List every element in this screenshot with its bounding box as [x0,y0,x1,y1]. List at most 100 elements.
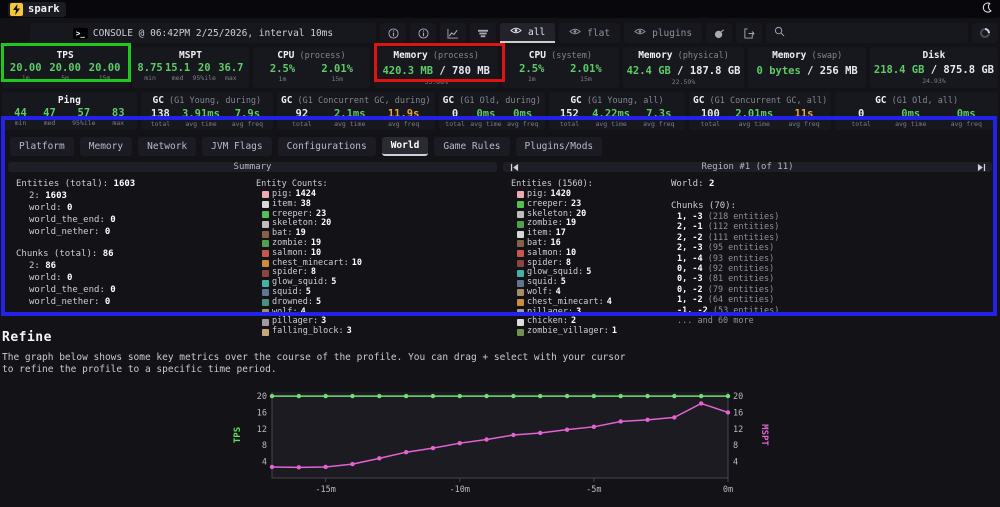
stat-cell: 2.5% 1m [519,63,544,83]
chunk-row: 0, -3 (81 entities) [677,274,775,285]
stat-widget-title: Ping [6,95,133,106]
tab-network[interactable]: Network [138,137,197,156]
stat-widget-title: TPS [6,50,124,61]
stat-cells: 152 total 4.22ms avg time 7.3s avg freq [553,108,681,128]
stat-label: total [851,120,871,128]
stat-cell: 20.00 15m [89,62,121,82]
drowned-icon [262,299,269,307]
line-chart-button[interactable] [440,23,466,43]
totals-row: 2: 86 [29,261,57,271]
falling_block-icon [262,328,269,336]
stat-value: 92 [295,108,309,120]
search-bar[interactable] [766,23,968,43]
stat-cells: 138 total 3.91ms avg time 7.9s avg freq [145,108,269,128]
item-icon [262,201,269,209]
stat-title-text: Memory [638,50,673,61]
skip-next-icon[interactable] [972,162,990,172]
totals-row: world_the_end: 0 [29,285,116,295]
chunk-entity-count: (111 entities) [702,232,780,243]
eye-icon [510,26,522,38]
stat-value: 2.01% [321,63,353,75]
view-toggle-all[interactable]: all [500,23,556,43]
stat-title-suffix: (process) [427,51,479,61]
moon-icon[interactable] [981,2,992,16]
stat-used-value: 42.4 GB [626,65,671,77]
chunk-row: 1, -3 (218 entities) [677,212,780,222]
tab-game-rules[interactable]: Game Rules [434,137,510,156]
search-input[interactable] [791,27,960,39]
metrics-chart[interactable]: 4 4 8 8 12 12 16 16 20 20 -15m -10m -5m 0m TPS MSPT [230,380,770,507]
stat-widget-gc-g1-young-all-: GC (G1 Young, all) 152 total 4.22ms avg time… [549,92,685,130]
stat-cell: 44 min [14,107,27,127]
stat-title-suffix: (G1 Young, during) [163,96,262,106]
flame-graph-button[interactable] [470,23,496,43]
pig-icon [517,191,524,199]
stat-cell: 2.1ms avg time [334,108,366,128]
tab-configurations[interactable]: Configurations [277,137,376,156]
stat-label: avg time [334,120,366,128]
console-prompt-icon: >_ [72,27,88,39]
stat-used-value: 0 bytes [756,65,801,77]
region-panel-title: Region #1 (of 11) [701,162,794,172]
stat-label: avg freq [643,120,675,128]
stat-title-suffix: (G1 Young, all) [581,96,664,106]
stat-value: 100 [700,108,720,120]
app-logo[interactable]: spark [8,1,66,17]
stat-value: 7.3s [646,108,672,120]
chunk-entity-count: (79 entities) [702,284,775,295]
stat-widget-cpu-process-: CPU (process) 2.5% 1m 2.01% 15m [252,47,371,88]
chunk-row: 1, -2 (64 entities) [677,295,775,306]
bomb-button[interactable] [706,23,733,43]
stats-row-primary: TPS 20.00 1m 20.00 5m 20.00 15m MSPT 8.75 min 15.1… [2,47,998,88]
stat-value: 3.91ms [182,108,220,120]
stat-value: 20.00 [88,62,121,74]
region-entities-list: Entities (1560): pig: 1420 creeper: 23 ske… [511,178,671,337]
stat-label: 15m [580,75,592,83]
tab-memory[interactable]: Memory [79,137,133,156]
stat-cell: 100 total [701,108,721,128]
metadata-button[interactable] [410,23,436,43]
zombie_villager-icon [517,328,524,336]
export-button[interactable] [736,23,763,43]
stat-widget-title: Disk [874,50,994,61]
metrics-chart-svg[interactable]: 4 4 8 8 12 12 16 16 20 20 -15m -10m -5m 0m TPS MSPT [230,380,770,504]
stat-usage-line: 42.4 GB / 187.8 GB [627,65,741,77]
tab-plugins-mods[interactable]: Plugins/Mods [515,137,603,156]
stat-value: 36.7 [218,62,244,74]
tab-world[interactable]: World [381,137,429,156]
region-chunks-column: World: 2 Chunks (70): 1, -3 (218 entitie… [671,178,988,337]
info-button[interactable] [380,23,406,43]
stat-label: total [700,120,721,128]
stat-value: 20.00 [9,62,42,74]
view-toggle-flat[interactable]: flat [559,23,621,43]
stat-widget-title: GC (G1 Concurrent GC, during) [281,95,431,107]
stat-label: min [144,74,156,82]
summary-panel: Summary Entities (total): 1603 2: 1603 wor… [8,162,497,336]
totals-heading: Entities (total): 1603 [16,179,136,189]
stat-value: 138 [150,108,170,120]
stat-cells: 100 total 2.01ms avg time 11s avg freq [693,108,827,128]
stat-widget-title: GC (G1 Young, all) [553,95,681,107]
stat-widget-title: GC (G1 Old, all) [839,95,994,107]
lightning-bolt-icon [10,2,23,16]
tab-jvm-flags[interactable]: JVM Flags [202,137,272,156]
svg-text:TPS: TPS [233,427,243,443]
skip-previous-icon[interactable] [505,162,523,172]
stat-cell: 15.1 med [165,62,190,82]
svg-text:8: 8 [262,441,267,451]
stat-title-text: Memory [772,50,807,61]
stat-label: 1m [527,75,536,83]
stat-value: 0ms [901,108,921,120]
stat-cells: 0 total 0ms avg time 0ms avg freq [443,108,541,128]
summary-panel-title: Summary [233,162,272,172]
stat-label: min [14,119,27,127]
stat-title-suffix: (process) [294,51,346,61]
svg-text:8: 8 [733,441,738,451]
view-toggle-plugins[interactable]: plugins [624,23,703,43]
tab-platform[interactable]: Platform [10,137,74,156]
chunk-entity-count: (81 entities) [702,274,775,285]
stat-widget-memory-physical-: Memory (physical) 42.4 GB / 187.8 GB 22.59… [622,47,745,88]
stat-label: med [43,119,56,127]
stat-label: avg freq [507,120,539,128]
stat-widget-gc-g1-concurrent-gc-during-: GC (G1 Concurrent GC, during) 92 total 2.1m… [276,92,435,130]
